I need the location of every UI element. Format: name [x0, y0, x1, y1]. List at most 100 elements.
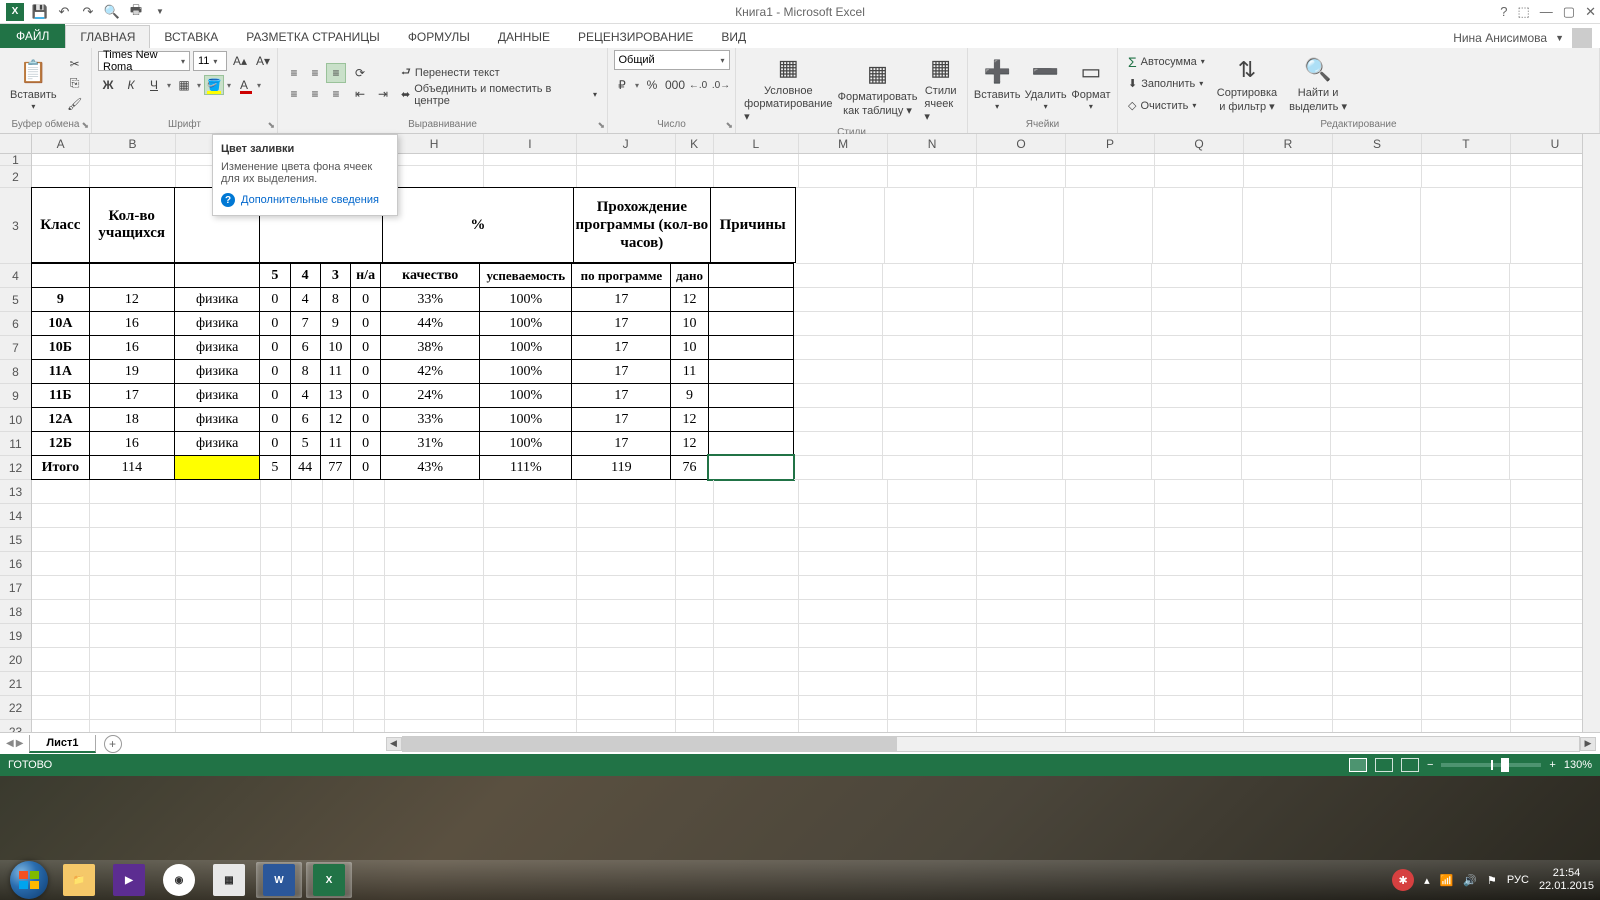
row-header-22[interactable]: 22	[0, 696, 31, 720]
cell[interactable]	[1422, 552, 1511, 576]
cell[interactable]	[1333, 696, 1422, 720]
cell[interactable]	[1152, 312, 1242, 336]
conditional-format-button[interactable]: ▦Условноеформатирование ▾	[742, 50, 835, 125]
start-button[interactable]	[6, 862, 52, 898]
cell[interactable]: 0	[259, 311, 290, 336]
cell[interactable]	[354, 480, 385, 504]
cell[interactable]	[261, 624, 292, 648]
cell[interactable]	[1152, 408, 1242, 432]
cell[interactable]	[32, 648, 90, 672]
cell[interactable]	[484, 624, 576, 648]
cell[interactable]	[354, 624, 385, 648]
cell[interactable]	[484, 720, 576, 732]
cell[interactable]	[714, 552, 800, 576]
cell[interactable]	[1333, 552, 1422, 576]
cell[interactable]	[484, 696, 576, 720]
cell[interactable]: 8	[290, 359, 321, 384]
wrap-text-button[interactable]: ⮐Перенести текст	[397, 62, 601, 84]
cell[interactable]: 100%	[479, 407, 572, 432]
cell[interactable]: 42%	[380, 359, 480, 384]
cell[interactable]: физика	[174, 407, 260, 432]
cell[interactable]: 77	[320, 455, 351, 480]
cell[interactable]	[1155, 696, 1244, 720]
cell[interactable]	[676, 624, 714, 648]
cell[interactable]: %	[382, 187, 574, 263]
format-cells-button[interactable]: ▭Формат▾	[1071, 54, 1111, 113]
cell[interactable]: 13	[320, 383, 351, 408]
cell[interactable]	[676, 720, 714, 732]
sheet-tab-1[interactable]: Лист1	[29, 735, 95, 753]
cell[interactable]: 12Б	[31, 431, 90, 456]
cell[interactable]	[714, 166, 800, 188]
normal-view-button[interactable]	[1349, 758, 1367, 772]
cell[interactable]: 7	[290, 311, 321, 336]
cell[interactable]: физика	[174, 287, 260, 312]
col-header-L[interactable]: L	[714, 134, 800, 153]
close-icon[interactable]: ✕	[1585, 4, 1596, 20]
cell[interactable]	[323, 528, 354, 552]
maximize-icon[interactable]: ▢	[1563, 4, 1575, 20]
cell[interactable]	[1063, 312, 1153, 336]
sheet-nav-prev-icon[interactable]: ◀	[6, 738, 14, 749]
horizontal-scrollbar[interactable]: ◀ ▶	[402, 736, 1580, 752]
cell[interactable]	[90, 480, 176, 504]
thousands-icon[interactable]: 000	[665, 75, 685, 95]
cell[interactable]	[292, 624, 323, 648]
cell[interactable]	[90, 576, 176, 600]
cell[interactable]	[1421, 188, 1510, 264]
cell[interactable]	[1244, 624, 1333, 648]
cell[interactable]	[577, 552, 676, 576]
cell[interactable]	[888, 696, 977, 720]
cell[interactable]	[799, 600, 888, 624]
cell[interactable]	[1421, 408, 1511, 432]
cell[interactable]	[90, 528, 176, 552]
row-header-19[interactable]: 19	[0, 624, 31, 648]
user-avatar[interactable]	[1572, 28, 1592, 48]
cell[interactable]	[323, 552, 354, 576]
cell[interactable]	[676, 154, 714, 166]
cell[interactable]	[1244, 154, 1333, 166]
format-painter-icon[interactable]: 🖌	[65, 94, 85, 114]
cell[interactable]	[794, 408, 884, 432]
cell[interactable]: Кол-во учащихся	[89, 187, 175, 263]
cell[interactable]	[977, 154, 1066, 166]
cell[interactable]: 31%	[380, 431, 480, 456]
cell[interactable]: 10Б	[31, 335, 90, 360]
decrease-indent-icon[interactable]: ⇤	[350, 84, 370, 104]
cell[interactable]: 0	[350, 287, 381, 312]
cell[interactable]	[385, 600, 484, 624]
cell[interactable]	[794, 336, 884, 360]
cell[interactable]: 43%	[380, 455, 480, 480]
cell[interactable]	[577, 166, 676, 188]
increase-decimal-icon[interactable]: ←.0	[688, 75, 708, 95]
cell[interactable]	[354, 672, 385, 696]
cell[interactable]	[794, 264, 884, 288]
cell[interactable]	[1422, 480, 1511, 504]
cell[interactable]: 33%	[380, 287, 480, 312]
cell[interactable]: 4	[290, 263, 321, 288]
cell[interactable]	[577, 480, 676, 504]
cell[interactable]	[1422, 600, 1511, 624]
cell[interactable]: 44%	[380, 311, 480, 336]
col-header-N[interactable]: N	[888, 134, 977, 153]
align-top-right-icon[interactable]: ≡	[326, 63, 346, 83]
cell[interactable]	[577, 600, 676, 624]
cell[interactable]	[888, 648, 977, 672]
col-header-S[interactable]: S	[1333, 134, 1422, 153]
cell[interactable]	[799, 528, 888, 552]
tray-clock[interactable]: 21:54 22.01.2015	[1539, 867, 1594, 893]
cell[interactable]	[1152, 432, 1242, 456]
orientation-icon[interactable]: ⟳	[350, 63, 370, 83]
cell[interactable]	[1066, 552, 1155, 576]
cell[interactable]	[973, 360, 1063, 384]
cell[interactable]	[1244, 552, 1333, 576]
cell[interactable]	[261, 552, 292, 576]
cell[interactable]	[1155, 648, 1244, 672]
tab-layout[interactable]: РАЗМЕТКА СТРАНИЦЫ	[232, 26, 394, 48]
save-icon[interactable]: 💾	[32, 4, 48, 20]
row-header-11[interactable]: 11	[0, 432, 31, 456]
cell[interactable]: 9	[31, 287, 90, 312]
row-header-6[interactable]: 6	[0, 312, 31, 336]
cell[interactable]	[799, 166, 888, 188]
cell[interactable]	[354, 600, 385, 624]
